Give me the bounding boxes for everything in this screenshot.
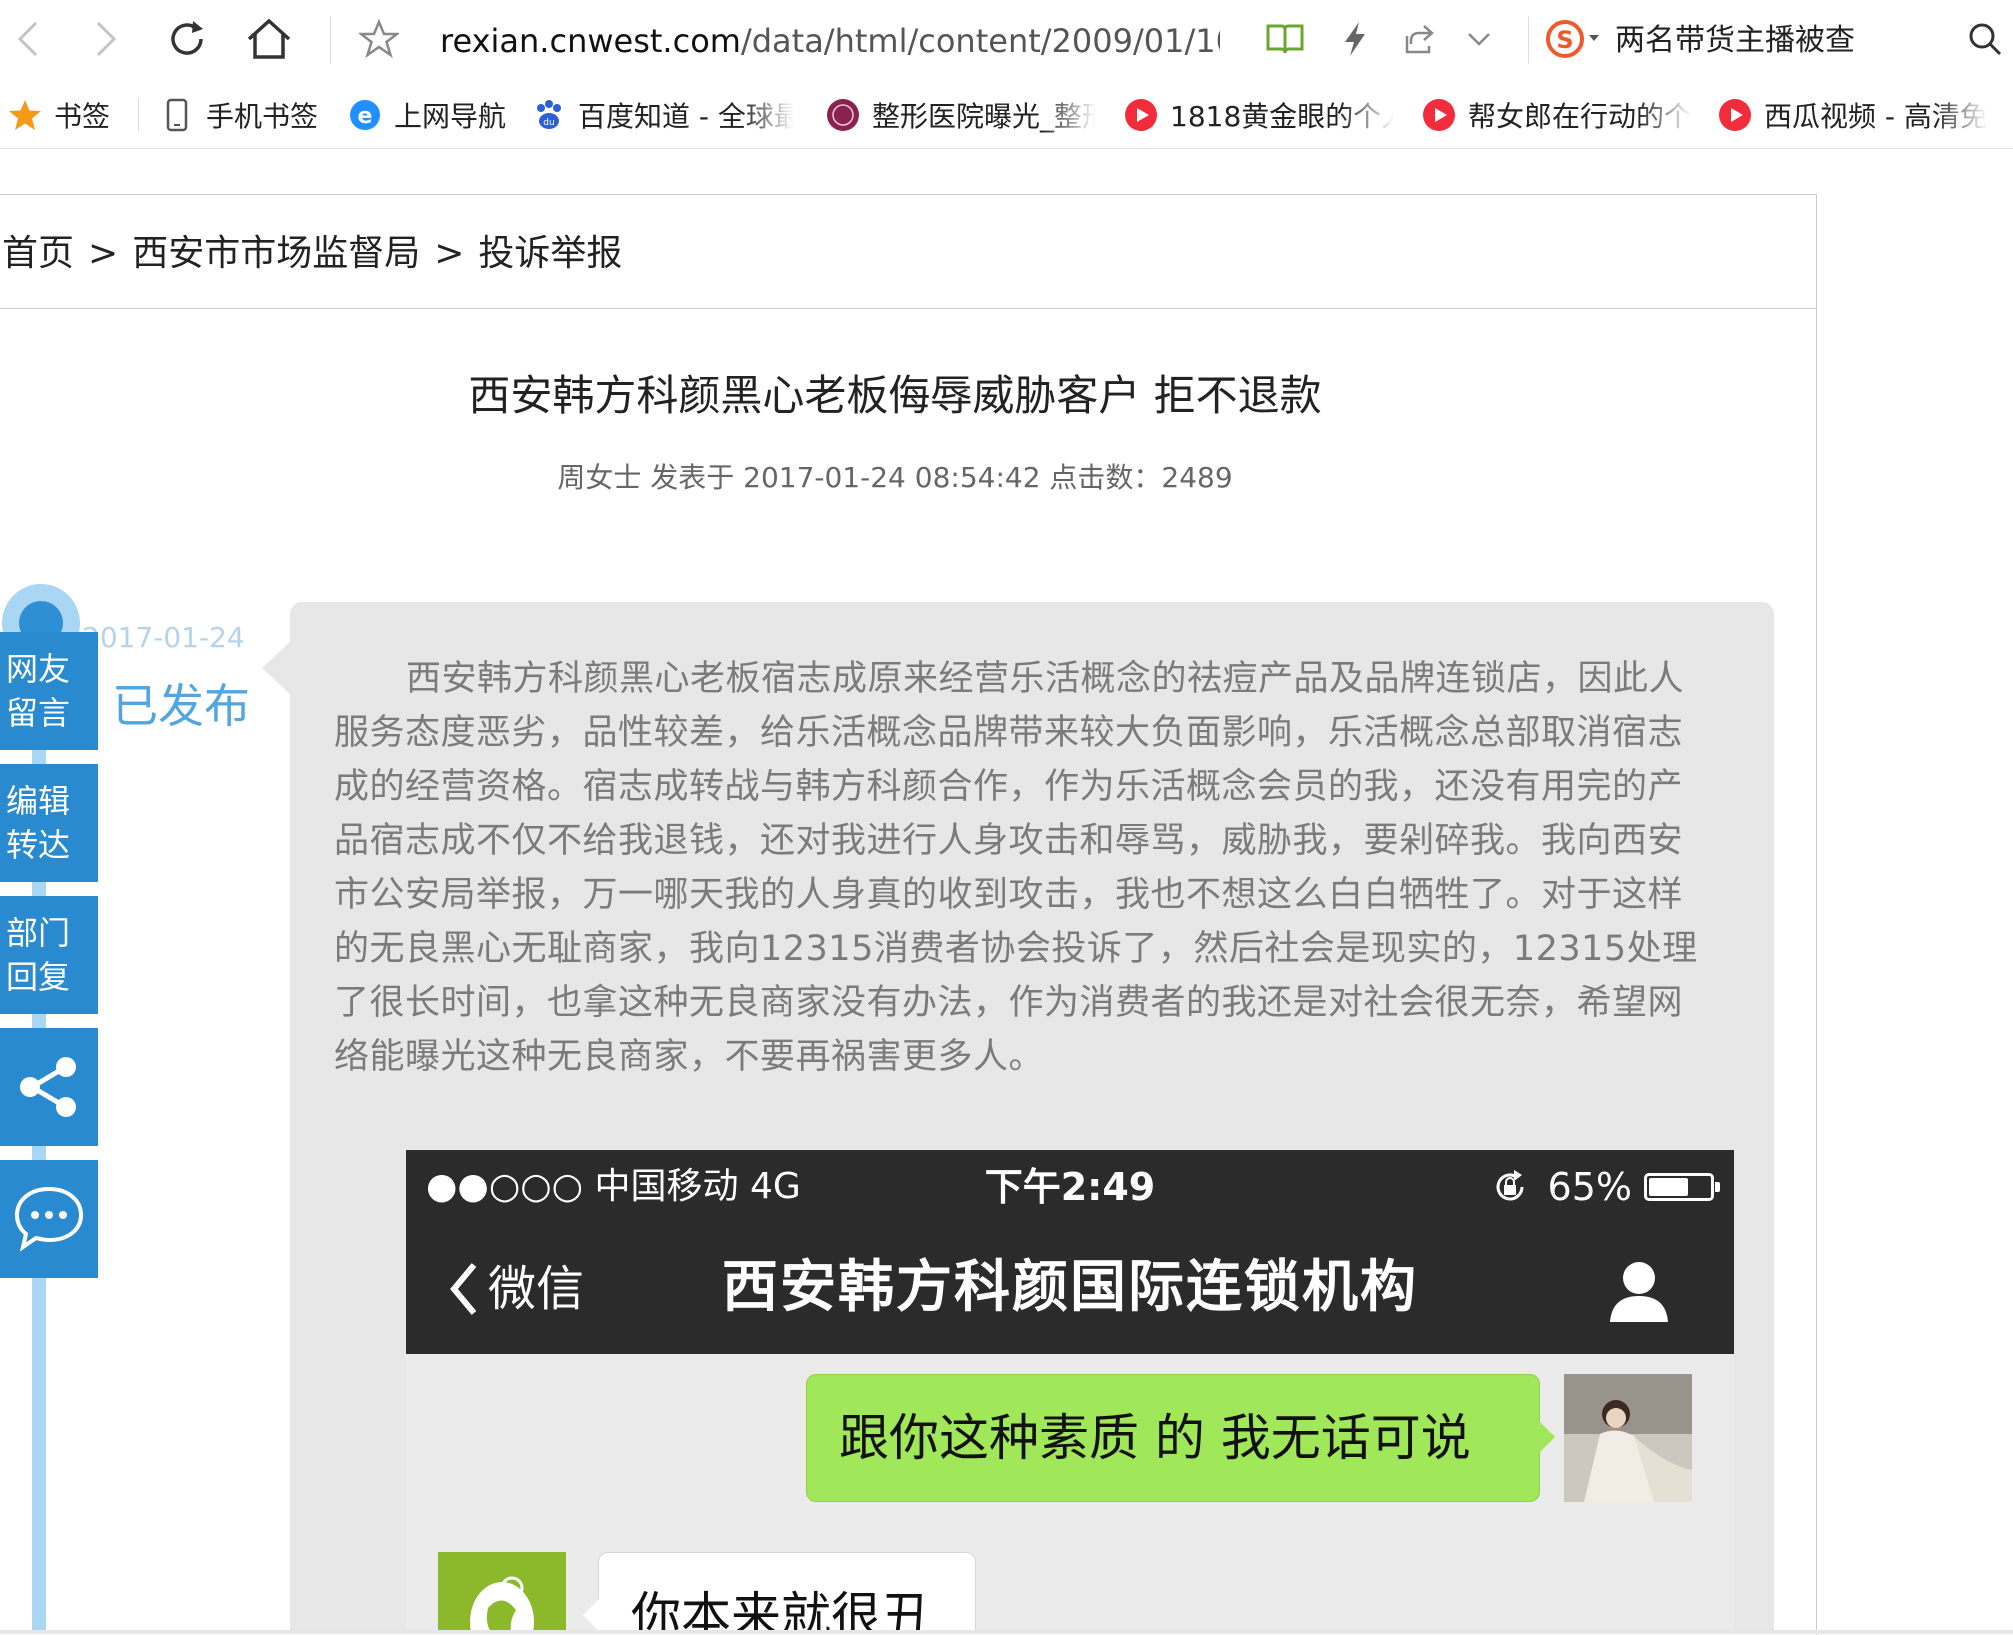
complaint-content: 西安韩方科颜黑心老板宿志成原来经营乐活概念的祛痘产品及品牌连锁店，因此人服务态度… xyxy=(290,602,1774,1634)
sidenav-user-message[interactable]: 网友 留言 xyxy=(0,632,98,750)
breadcrumb-level2[interactable]: 投诉举报 xyxy=(478,233,622,274)
hospital-logo-icon xyxy=(826,98,860,132)
share-page-button[interactable] xyxy=(1394,14,1444,64)
baidu-paw-icon: du xyxy=(532,98,566,132)
article-title: 西安韩方科颜黑心老板侮辱威胁客户 拒不退款 xyxy=(468,371,1322,420)
book-icon xyxy=(1266,24,1304,54)
wechat-header: ●●○○○ 中国移动 4G 下午2:49 65% 微信 西安韩方科颜国际连锁机构 xyxy=(406,1150,1734,1354)
rotation-lock-icon xyxy=(1496,1170,1524,1201)
chat-bubbles-icon xyxy=(14,1186,84,1252)
bookmark-label: 手机书签 xyxy=(206,100,319,133)
toolbar-divider xyxy=(1528,16,1529,64)
home-icon xyxy=(247,18,291,59)
breadcrumb-home[interactable]: 首页 xyxy=(2,233,74,274)
avatar xyxy=(438,1552,566,1634)
sidenav-comment[interactable] xyxy=(0,1160,98,1278)
forward-button[interactable] xyxy=(82,14,132,64)
sidenav-label: 网友 xyxy=(6,650,71,688)
bookmark-item-xigua[interactable]: 西瓜视频 - 高清免 xyxy=(1718,92,1988,138)
browser-toolbar: rexian.cnwest.com/data/html/content/2009… xyxy=(0,0,2013,82)
share-icon xyxy=(20,1057,76,1117)
star-outline-icon xyxy=(359,19,399,59)
url-path: /data/html/content/2009/01/1038 xyxy=(740,22,1220,60)
breadcrumb-divider xyxy=(0,308,1816,309)
chevron-down-icon xyxy=(1468,33,1490,46)
chat-title: 西安韩方科颜国际连锁机构 xyxy=(722,1255,1418,1320)
breadcrumb: 首页 > 西安市市场监督局 > 投诉举报 xyxy=(2,226,622,282)
svg-text:S: S xyxy=(1556,26,1573,54)
person-icon[interactable] xyxy=(1604,1256,1674,1326)
bookmark-item-1818[interactable]: 1818黄金眼的个人 xyxy=(1124,92,1394,138)
bookmark-label: 书签 xyxy=(54,100,111,133)
phone-icon xyxy=(160,98,194,132)
sidenav-share[interactable] xyxy=(0,1028,98,1146)
bookmarks-bar: 书签 手机书签 e 上网导航 du 百度知道 - 全球最 整形医院曝光_整形 1… xyxy=(0,84,2013,149)
bubble-pointer xyxy=(262,640,292,696)
article-body: 西安韩方科颜黑心老板宿志成原来经营乐活概念的祛痘产品及品牌连锁店，因此人服务态度… xyxy=(334,659,1698,1077)
play-icon xyxy=(1718,98,1752,132)
bookmark-item-bookmarks[interactable]: 书签 xyxy=(8,92,110,138)
breadcrumb-level1[interactable]: 西安市市场监督局 xyxy=(132,233,420,274)
bookmark-star-button[interactable] xyxy=(354,14,404,64)
bookmark-label: 帮女郎在行动的个 xyxy=(1468,100,1692,133)
battery-status: 65% xyxy=(1490,1160,1720,1214)
sogou-logo-icon: S xyxy=(1546,20,1599,58)
sidenav-dept-reply[interactable]: 部门 回复 xyxy=(0,896,98,1014)
bookmark-item-bangnvlang[interactable]: 帮女郎在行动的个 xyxy=(1422,92,1692,138)
reload-button[interactable] xyxy=(162,14,212,64)
sidenav-label: 部门 xyxy=(6,914,71,952)
timeline-date: 2017-01-24 xyxy=(82,621,245,654)
search-button[interactable] xyxy=(1960,14,2010,64)
reader-mode-button[interactable] xyxy=(1260,14,1310,64)
search-suggestion[interactable]: 两名带货主播被查 xyxy=(1615,18,1855,64)
chat-message-sent: 跟你这种素质 的 我无话可说 xyxy=(806,1374,1555,1502)
star-icon xyxy=(8,98,42,132)
bookmark-item-baidu[interactable]: du 百度知道 - 全球最 xyxy=(532,92,794,138)
sidenav-editor-forward[interactable]: 编辑 转达 xyxy=(0,764,98,882)
article-meta: 周女士 发表于 2017-01-24 08:54:42 点击数：2489 xyxy=(557,461,1233,494)
bookmark-label: 西瓜视频 - 高清免 xyxy=(1764,100,1988,133)
bookmark-item-nav[interactable]: e 上网导航 xyxy=(348,92,506,138)
play-icon xyxy=(1124,98,1158,132)
bookmark-label: 1818黄金眼的个人 xyxy=(1170,100,1394,133)
lightning-icon xyxy=(1345,22,1365,56)
battery-icon xyxy=(1644,1173,1720,1201)
bookmark-item-mobile[interactable]: 手机书签 xyxy=(160,92,318,138)
chat-message-received: 你本来就很丑 xyxy=(583,1552,976,1634)
ie-icon: e xyxy=(348,98,382,132)
breadcrumb-separator: > xyxy=(88,233,119,274)
wechat-screenshot: ●●○○○ 中国移动 4G 下午2:49 65% 微信 西安韩方科颜国际连锁机构… xyxy=(406,1150,1734,1634)
chevron-left-icon xyxy=(17,21,38,57)
home-button[interactable] xyxy=(244,14,294,64)
speed-mode-button[interactable] xyxy=(1330,14,1380,64)
search-engine-selector[interactable]: S xyxy=(1540,14,1610,64)
address-bar[interactable]: rexian.cnwest.com/data/html/content/2009… xyxy=(440,18,1220,64)
bookmark-divider xyxy=(138,98,139,132)
chevron-right-icon xyxy=(96,21,117,57)
play-icon xyxy=(1422,98,1456,132)
bottom-divider xyxy=(0,1630,2013,1634)
battery-percent: 65% xyxy=(1547,1165,1632,1209)
bookmark-item-hospital[interactable]: 整形医院曝光_整形 xyxy=(826,92,1096,138)
svg-text:du: du xyxy=(543,118,554,128)
search-icon xyxy=(1969,23,2002,56)
toolbar-divider xyxy=(330,16,331,64)
sidenav-label: 回复 xyxy=(6,958,71,996)
bookmark-label: 上网导航 xyxy=(394,100,507,133)
svg-text:e: e xyxy=(358,104,373,129)
back-button[interactable] xyxy=(2,14,52,64)
url-host: rexian.cnwest.com xyxy=(440,22,741,60)
sidenav-label: 留言 xyxy=(6,694,71,732)
breadcrumb-separator: > xyxy=(434,233,465,274)
bookmark-label: 整形医院曝光_整形 xyxy=(872,100,1096,133)
share-out-icon xyxy=(1405,25,1434,54)
toolbar-dropdown[interactable] xyxy=(1454,14,1504,64)
avatar xyxy=(1564,1374,1692,1502)
sidenav-label: 转达 xyxy=(6,826,71,864)
timeline-status: 已发布 xyxy=(112,679,250,733)
bookmark-label: 百度知道 - 全球最 xyxy=(578,100,794,133)
sidenav-label: 编辑 xyxy=(6,782,71,820)
reload-icon xyxy=(171,21,203,55)
